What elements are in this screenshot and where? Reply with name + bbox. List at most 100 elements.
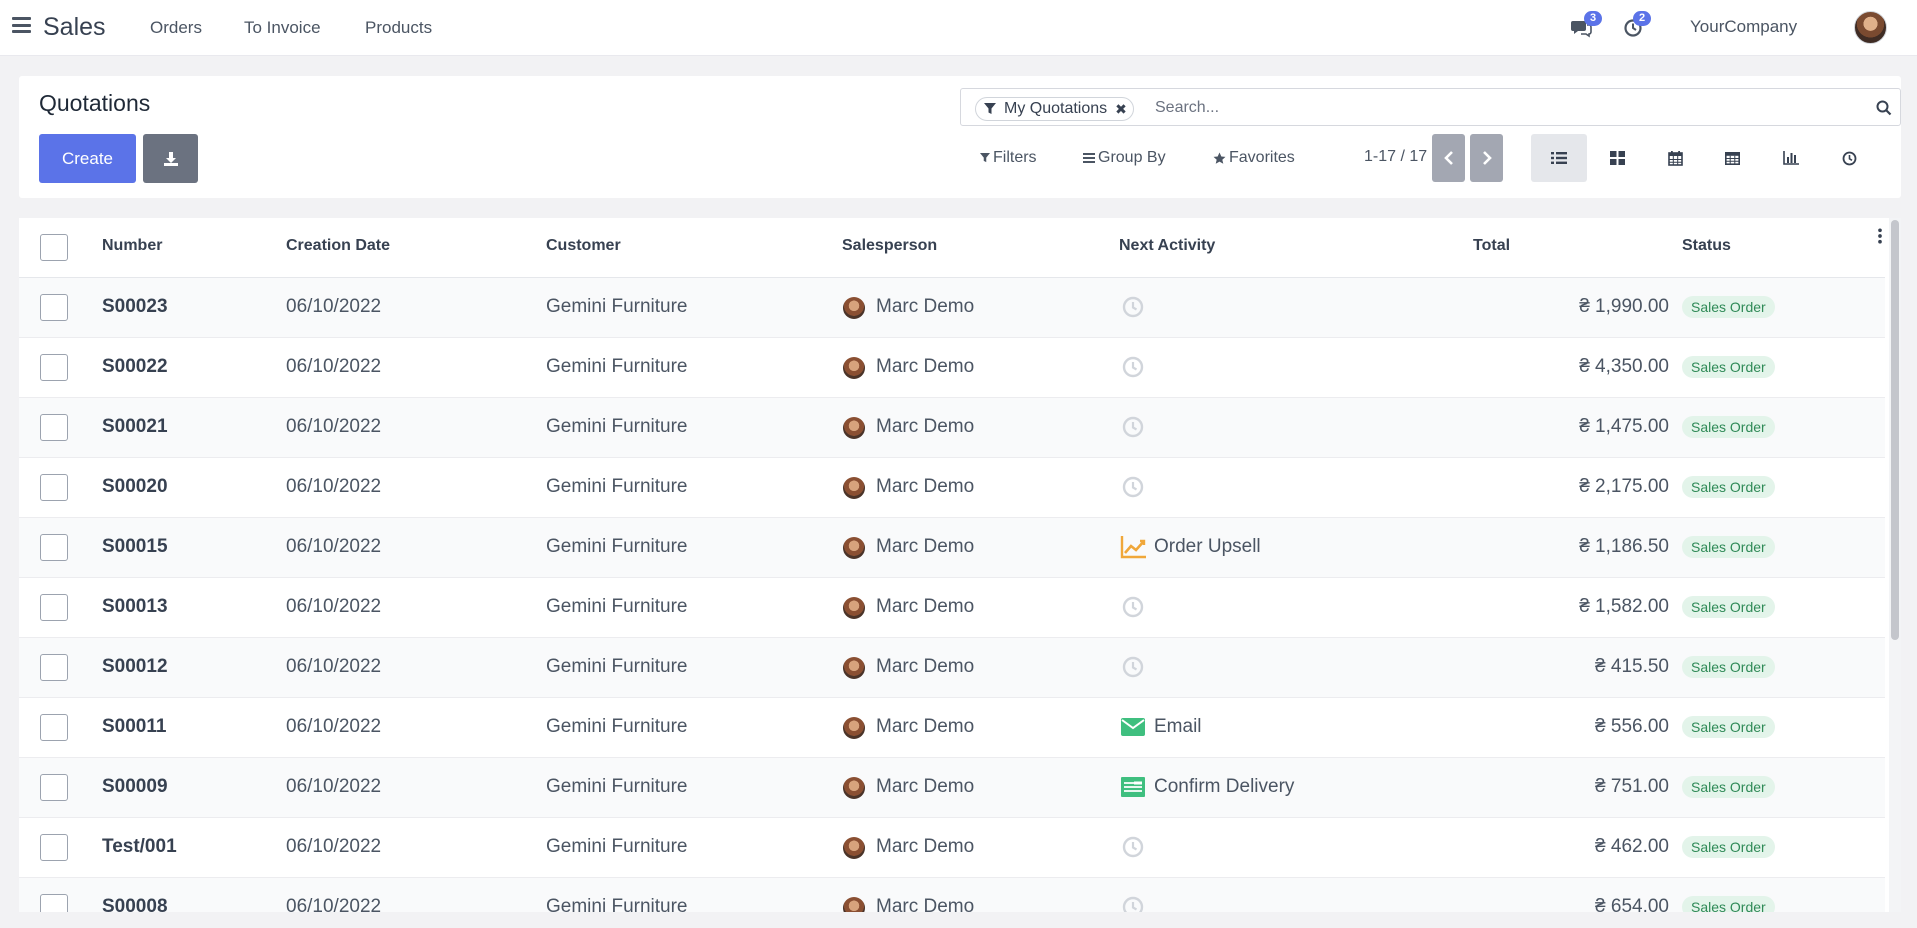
messaging-icon[interactable]: 3 (1570, 11, 1602, 39)
table-row[interactable]: Test/001 06/10/2022 Gemini Furniture Marc D… (19, 818, 1885, 878)
quotation-total: ₴ 1,475.00 (1579, 416, 1669, 437)
creation-date: 06/10/2022 (286, 296, 382, 317)
creation-date: 06/10/2022 (286, 476, 382, 497)
quotation-number: S00023 (102, 296, 168, 317)
customer-name: Gemini Furniture (546, 776, 688, 797)
column-next-activity[interactable]: Next Activity (1119, 237, 1215, 255)
messages-badge: 3 (1584, 11, 1602, 26)
email-icon[interactable] (1120, 714, 1146, 740)
salesperson-avatar (843, 297, 865, 319)
pager-next-button[interactable] (1470, 134, 1503, 182)
table-row[interactable]: S00023 06/10/2022 Gemini Furniture Marc Dem… (19, 278, 1885, 338)
optional-columns-icon[interactable] (1876, 228, 1884, 244)
table-row[interactable]: S00012 06/10/2022 Gemini Furniture Marc Dem… (19, 638, 1885, 698)
search-bar[interactable]: My Quotations ✖ (960, 88, 1901, 126)
facet-label: My Quotations (1004, 100, 1108, 117)
company-switcher[interactable]: YourCompany (1690, 17, 1797, 37)
table-row[interactable]: S00008 06/10/2022 Gemini Furniture Marc Dem… (19, 878, 1885, 912)
view-calendar-button[interactable] (1647, 134, 1703, 182)
view-graph-button[interactable] (1763, 134, 1819, 182)
table-row[interactable]: S00013 06/10/2022 Gemini Furniture Marc Dem… (19, 578, 1885, 638)
view-pivot-button[interactable] (1704, 134, 1760, 182)
status-badge: Sales Order (1682, 896, 1775, 912)
clock-icon[interactable] (1120, 354, 1146, 380)
activity-clock-icon[interactable]: 2 (1623, 11, 1651, 39)
salesperson-avatar (843, 477, 865, 499)
search-facet[interactable]: My Quotations ✖ (975, 97, 1134, 121)
status-badge: Sales Order (1682, 656, 1775, 678)
row-checkbox[interactable] (40, 474, 68, 501)
favorites-toggle[interactable]: Favorites (1213, 149, 1295, 167)
download-button[interactable] (143, 134, 198, 183)
salesperson-name: Marc Demo (876, 296, 975, 317)
app-title[interactable]: Sales (43, 13, 106, 42)
row-checkbox[interactable] (40, 774, 68, 801)
row-checkbox[interactable] (40, 414, 68, 441)
creation-date: 06/10/2022 (286, 656, 382, 677)
menu-products[interactable]: Products (365, 18, 432, 38)
table-row[interactable]: S00021 06/10/2022 Gemini Furniture Marc Dem… (19, 398, 1885, 458)
clock-icon[interactable] (1120, 834, 1146, 860)
clock-icon[interactable] (1120, 414, 1146, 440)
row-checkbox[interactable] (40, 834, 68, 861)
delivery-tasks-icon[interactable] (1120, 774, 1146, 800)
table-row[interactable]: S00020 06/10/2022 Gemini Furniture Marc Dem… (19, 458, 1885, 518)
column-total[interactable]: Total (1473, 237, 1510, 255)
vertical-scrollbar[interactable] (1889, 218, 1901, 912)
creation-date: 06/10/2022 (286, 536, 382, 557)
clock-icon[interactable] (1120, 654, 1146, 680)
pager-previous-button[interactable] (1432, 134, 1465, 182)
table-row[interactable]: S00022 06/10/2022 Gemini Furniture Marc Dem… (19, 338, 1885, 398)
view-kanban-button[interactable] (1589, 134, 1645, 182)
upsell-chart-icon[interactable] (1120, 534, 1146, 560)
facet-remove-icon[interactable]: ✖ (1115, 101, 1127, 118)
view-list-button[interactable] (1531, 134, 1587, 182)
table-row[interactable]: S00009 06/10/2022 Gemini Furniture Marc Dem… (19, 758, 1885, 818)
groupby-toggle[interactable]: Group By (1083, 149, 1166, 167)
salesperson-avatar (843, 837, 865, 859)
clock-icon[interactable] (1120, 474, 1146, 500)
column-status[interactable]: Status (1682, 237, 1731, 255)
salesperson-name: Marc Demo (876, 836, 975, 857)
row-checkbox[interactable] (40, 594, 68, 621)
search-input[interactable] (1155, 96, 1855, 120)
menu-orders[interactable]: Orders (150, 18, 202, 38)
column-customer[interactable]: Customer (546, 237, 621, 255)
pager-value[interactable]: 1-17 / 17 (1364, 148, 1427, 166)
menu-to-invoice[interactable]: To Invoice (244, 18, 321, 38)
customer-name: Gemini Furniture (546, 836, 688, 857)
salesperson-avatar (843, 537, 865, 559)
column-number[interactable]: Number (102, 237, 162, 255)
salesperson-avatar (843, 897, 865, 912)
view-activity-button[interactable] (1821, 134, 1877, 182)
star-icon (1213, 152, 1226, 164)
filters-toggle[interactable]: Filters (980, 149, 1037, 167)
create-button[interactable]: Create (39, 134, 136, 183)
column-salesperson[interactable]: Salesperson (842, 237, 937, 255)
quotations-list: Number Creation Date Customer Salesperso… (19, 218, 1901, 912)
quotation-number: S00022 (102, 356, 168, 377)
search-icon[interactable] (1876, 100, 1892, 116)
row-checkbox[interactable] (40, 294, 68, 321)
table-row[interactable]: S00015 06/10/2022 Gemini Furniture Marc Dem… (19, 518, 1885, 578)
clock-icon[interactable] (1120, 594, 1146, 620)
creation-date: 06/10/2022 (286, 776, 382, 797)
row-checkbox[interactable] (40, 714, 68, 741)
calendar-view-icon (1667, 150, 1683, 166)
row-checkbox[interactable] (40, 534, 68, 561)
clock-icon[interactable] (1120, 894, 1146, 912)
activity-summary: Confirm Delivery (1154, 776, 1295, 797)
table-row[interactable]: S00011 06/10/2022 Gemini Furniture Marc Dem… (19, 698, 1885, 758)
clock-icon[interactable] (1120, 294, 1146, 320)
quotation-total: ₴ 1,582.00 (1579, 596, 1669, 617)
quotation-number: S00009 (102, 776, 168, 797)
user-avatar[interactable] (1854, 11, 1887, 44)
column-creation-date[interactable]: Creation Date (286, 237, 390, 255)
salesperson-avatar (843, 717, 865, 739)
select-all-checkbox[interactable] (40, 234, 68, 261)
row-checkbox[interactable] (40, 354, 68, 381)
scrollbar-thumb[interactable] (1891, 220, 1899, 640)
row-checkbox[interactable] (40, 654, 68, 681)
row-checkbox[interactable] (40, 894, 68, 912)
app-menu-icon[interactable] (12, 17, 31, 33)
